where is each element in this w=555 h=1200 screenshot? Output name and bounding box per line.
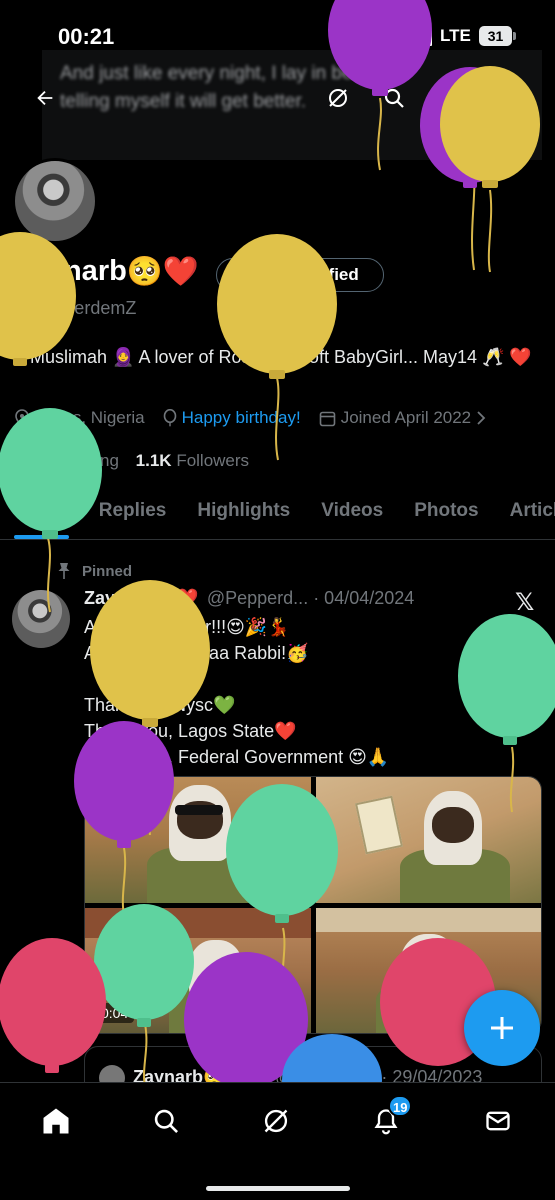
grok-icon (329, 89, 347, 107)
nav-home[interactable] (36, 1101, 76, 1141)
birthday-item[interactable]: Happy birthday! (163, 408, 301, 428)
profile-banner: And just like every night, I lay in bed … (42, 50, 542, 160)
location-icon (15, 409, 29, 427)
search-icon (384, 88, 404, 108)
back-arrow-icon (37, 90, 53, 106)
tab-replies[interactable]: Replies (83, 484, 182, 539)
calendar-icon (319, 411, 336, 426)
profile-meta: Lagos, Nigeria Happy birthday! Joined Ap… (14, 408, 504, 428)
home-indicator (206, 1186, 350, 1191)
followers-label: Followers (176, 451, 250, 470)
signal-icon (406, 30, 434, 46)
grok-button[interactable] (320, 80, 356, 116)
share-icon (499, 88, 517, 107)
tweet-text[interactable]: And 1 year later!!!😍🎉💃 Alhamdulillahi ya… (84, 614, 534, 770)
banner-text: And just like every night, I lay in bed … (60, 63, 364, 112)
tweet-video-thumbnail[interactable]: 0:04 (85, 908, 311, 1033)
profile-bio: A Muslimah 🧕 A lover of Rosul 🥰 Soft Bab… (14, 347, 532, 367)
nav-search[interactable] (146, 1101, 186, 1141)
tweet-photo-2[interactable] (316, 777, 541, 903)
tab-posts[interactable]: Posts (0, 484, 83, 539)
chevron-right-icon (477, 411, 486, 425)
search-button[interactable] (376, 80, 412, 116)
plus-icon (491, 1017, 513, 1039)
tab-articles[interactable]: Articles (494, 484, 555, 539)
following-label: Following (47, 451, 119, 470)
tab-photos[interactable]: Photos (398, 484, 493, 539)
followers-count: 1.1K (135, 451, 172, 470)
location-item: Lagos, Nigeria (14, 408, 145, 428)
mail-icon (486, 1111, 510, 1131)
birthday-text[interactable]: Happy birthday! (182, 408, 301, 428)
share-button[interactable] (490, 80, 526, 116)
pin-icon (58, 563, 70, 579)
followers-link[interactable]: 1.1K Followers (136, 451, 249, 470)
tab-highlights[interactable]: Highlights (181, 484, 305, 539)
following-link[interactable]: 372 Following (14, 451, 119, 470)
joined-item[interactable]: Joined April 2022 (319, 408, 486, 428)
grok-icon (264, 1109, 288, 1133)
profile-tabs: Posts Replies Highlights Videos Photos A… (0, 484, 555, 540)
following-count: 372 (14, 451, 43, 470)
notification-badge: 19 (388, 1095, 413, 1117)
verified-badge-icon: ✓ (241, 266, 260, 284)
tweet-line: Thank you,Nysc💚 (84, 695, 236, 715)
bottom-nav: 19 (0, 1082, 555, 1200)
tweet-line (84, 666, 534, 692)
tweet-line: Thank you, Lagos State❤️ (84, 721, 297, 741)
get-verified-button[interactable]: ✓ Get verified (216, 258, 384, 292)
tweet-author-name[interactable]: Zaynarb🥺❤️ (84, 588, 199, 609)
tab-videos[interactable]: Videos (305, 484, 398, 539)
home-icon (43, 1108, 69, 1134)
tweet-header: Zaynarb🥺❤️ @Pepperd... · 04/04/2024 (84, 588, 414, 609)
x-logo-icon: 𝕏 (515, 589, 535, 616)
search-icon (154, 1109, 178, 1133)
profile-name-row: Zaynarb 🥺❤️ (14, 254, 199, 289)
nav-grok[interactable] (256, 1101, 296, 1141)
battery-icon: 31 (479, 26, 516, 46)
profile-name: Zaynarb (14, 255, 127, 287)
status-time: 00:21 (58, 24, 115, 49)
video-duration: 0:04 (95, 1003, 135, 1023)
profile-avatar[interactable] (12, 158, 98, 244)
tweet-line: And 1 year later!!!😍🎉💃 (84, 617, 290, 637)
nav-messages[interactable] (478, 1101, 518, 1141)
tweet-handle-date: @Pepperd... · 04/04/2024 (206, 588, 415, 608)
nav-notifications[interactable]: 19 (366, 1095, 413, 1141)
back-button[interactable] (27, 80, 63, 116)
tweet-line: Thank you, Federal Government 😍🙏 (84, 747, 390, 767)
profile-name-emoji: 🥺❤️ (126, 254, 200, 288)
tweet-line: Alhamdulillahi yaa Rabbi!🥳 (84, 643, 309, 663)
follow-stats: 372 Following 1.1K Followers (14, 451, 249, 471)
get-verified-label: Get verified (265, 265, 359, 284)
compose-button[interactable] (464, 990, 540, 1066)
tweet-avatar[interactable] (12, 590, 70, 648)
network-label: LTE (440, 26, 471, 45)
pinned-indicator: Pinned (56, 562, 132, 580)
location-text: Lagos, Nigeria (35, 408, 145, 427)
profile-handle: @PepperdemZ (14, 298, 137, 318)
balloon-icon (163, 409, 176, 427)
joined-text: Joined April 2022 (340, 408, 472, 427)
tweet-photo-1[interactable] (85, 777, 311, 903)
pinned-label: Pinned (82, 562, 133, 580)
tweet-media-grid[interactable]: 0:04 (84, 776, 542, 1034)
